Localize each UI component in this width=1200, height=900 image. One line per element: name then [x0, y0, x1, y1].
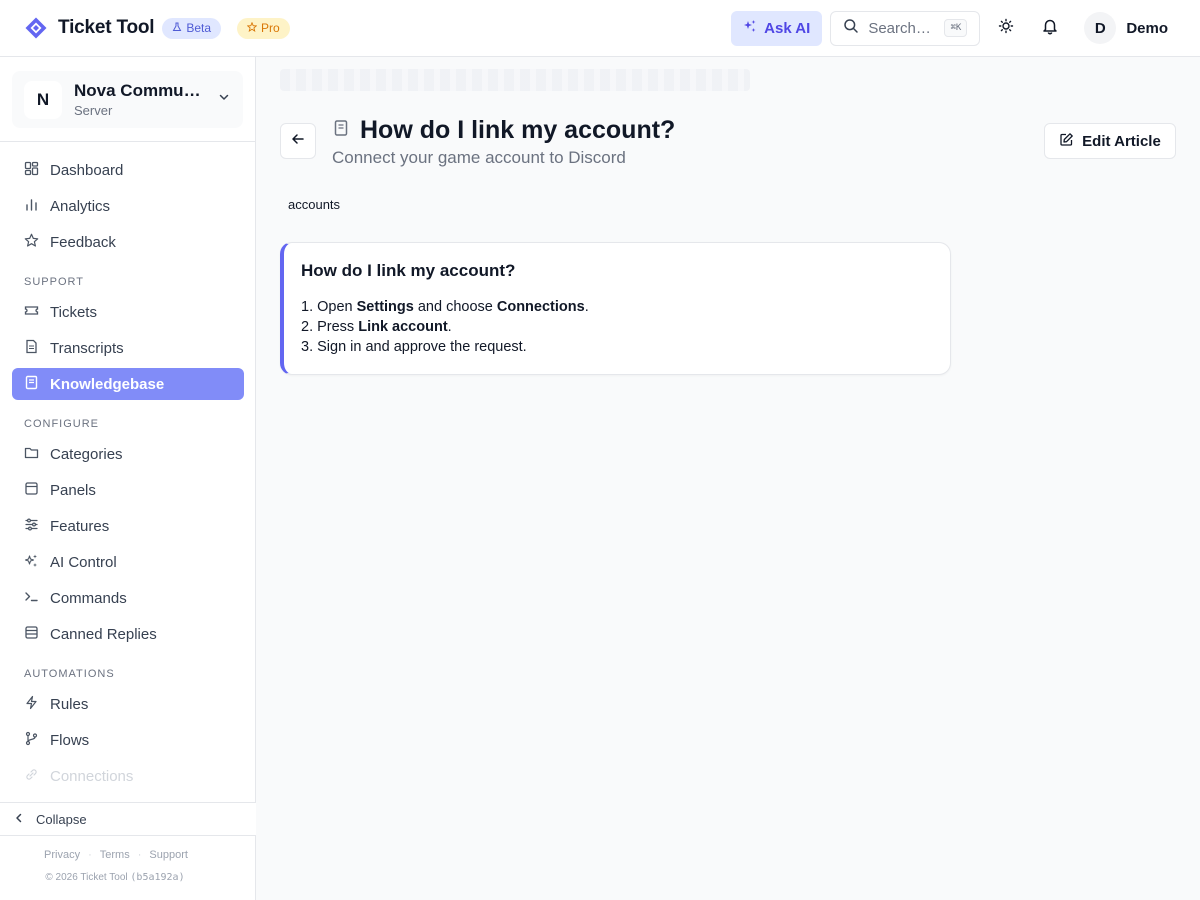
article-tag[interactable]: accounts [288, 197, 340, 212]
sidebar-item-transcripts[interactable]: Transcripts [12, 332, 244, 364]
sidebar-item-tickets[interactable]: Tickets [12, 296, 244, 328]
page-subtitle: Connect your game account to Discord [332, 148, 626, 167]
article-title: How do I link my account? [301, 261, 516, 280]
edit-article-button[interactable]: Edit Article [1044, 123, 1176, 159]
page-title: How do I link my account? [360, 116, 676, 144]
search-input[interactable]: Search… ⌘K [830, 10, 981, 46]
terms-link[interactable]: Terms [100, 849, 130, 861]
privacy-link[interactable]: Privacy [44, 849, 80, 861]
copyright: © 2026 Ticket Tool (b5a192a) [45, 872, 185, 883]
sidebar-nav: Dashboard Analytics Feedback SUPPORT Tic… [0, 153, 256, 803]
terminal-icon [24, 589, 39, 608]
sun-icon [998, 18, 1014, 39]
article-step-1: 1. Open Settings and choose Connections. [301, 299, 589, 315]
avatar: D [1084, 12, 1117, 44]
section-heading-automations: AUTOMATIONS [24, 668, 115, 680]
flask-icon [172, 21, 182, 35]
build-hash: (b5a192a) [130, 872, 185, 883]
sidebar-item-analytics[interactable]: Analytics [12, 190, 244, 222]
article-step-2: 2. Press Link account. [301, 319, 452, 335]
chart-icon [24, 197, 39, 216]
loading-placeholder [280, 69, 750, 91]
sidebar-item-ai-control[interactable]: AI Control [12, 546, 244, 578]
transcript-icon [24, 339, 39, 358]
book-icon [24, 375, 39, 394]
branch-icon [24, 731, 39, 750]
article-card: How do I link my account? 1. Open Settin… [280, 242, 951, 375]
panel-icon [24, 481, 39, 500]
user-name: Demo [1126, 19, 1168, 37]
section-heading-configure: CONFIGURE [24, 418, 99, 430]
separator: · [88, 849, 92, 861]
sidebar-item-rules[interactable]: Rules [12, 688, 244, 720]
notifications-button[interactable] [1032, 10, 1068, 46]
user-menu[interactable]: D Demo [1084, 12, 1176, 44]
edit-icon [1059, 132, 1074, 151]
brand-name: Ticket Tool [58, 17, 155, 38]
server-name: Nova Community [74, 81, 206, 100]
bolt-icon [24, 695, 39, 714]
chevron-left-icon [12, 811, 26, 828]
page-title-row: How do I link my account? [332, 116, 675, 145]
server-avatar: N [24, 80, 62, 119]
pro-badge: Pro [237, 17, 290, 39]
article-step-3: 3. Sign in and approve the request. [301, 339, 527, 355]
article-icon [332, 119, 350, 142]
link-icon [24, 767, 39, 786]
sidebar-item-commands[interactable]: Commands [12, 582, 244, 614]
section-heading-support: SUPPORT [24, 276, 84, 288]
separator: · [137, 849, 142, 861]
sidebar-item-features[interactable]: Features [12, 510, 244, 542]
footer-links: Privacy · Terms · Support [0, 849, 256, 861]
sparkles-icon [743, 19, 757, 37]
sidebar-item-categories[interactable]: Categories [12, 438, 244, 470]
star-icon [24, 233, 39, 252]
arrow-left-icon [290, 131, 306, 152]
theme-toggle-button[interactable] [988, 10, 1024, 46]
bell-icon [1041, 17, 1059, 40]
collapse-button[interactable]: Collapse [0, 802, 256, 836]
dashboard-icon [24, 161, 39, 180]
sidebar-item-flows[interactable]: Flows [12, 724, 244, 756]
search-icon [843, 18, 859, 38]
ask-ai-button[interactable]: Ask AI [731, 10, 823, 46]
sidebar-item-dashboard[interactable]: Dashboard [12, 154, 244, 186]
sidebar-item-feedback[interactable]: Feedback [12, 226, 244, 258]
beta-badge: Beta [162, 17, 222, 39]
server-type: Server [74, 103, 113, 118]
divider [0, 141, 255, 142]
brand[interactable]: Ticket Tool [24, 16, 155, 40]
list-icon [24, 625, 39, 644]
folder-icon [24, 445, 39, 464]
sidebar: N Nova Community Server Dashboard Analyt… [0, 57, 256, 900]
back-button[interactable] [280, 123, 316, 159]
main-content: How do I link my account? Connect your g… [256, 57, 1200, 900]
chevron-down-icon [217, 90, 231, 109]
sidebar-item-panels[interactable]: Panels [12, 474, 244, 506]
sidebar-item-connections[interactable]: Connections [12, 760, 244, 792]
sparkles-icon [24, 553, 39, 572]
star-icon [246, 21, 258, 35]
search-shortcut: ⌘K [944, 19, 968, 37]
sliders-icon [24, 517, 39, 536]
sidebar-item-knowledgebase[interactable]: Knowledgebase [12, 368, 244, 400]
top-bar: Ticket Tool Beta Pro Ask AI Search… ⌘K D… [0, 0, 1200, 57]
ticket-icon [24, 303, 39, 322]
search-placeholder: Search… [868, 19, 931, 37]
ticket-logo-icon [24, 16, 48, 40]
server-switcher[interactable]: N Nova Community Server [12, 71, 243, 128]
support-link[interactable]: Support [149, 849, 188, 861]
sidebar-item-canned-replies[interactable]: Canned Replies [12, 618, 244, 650]
